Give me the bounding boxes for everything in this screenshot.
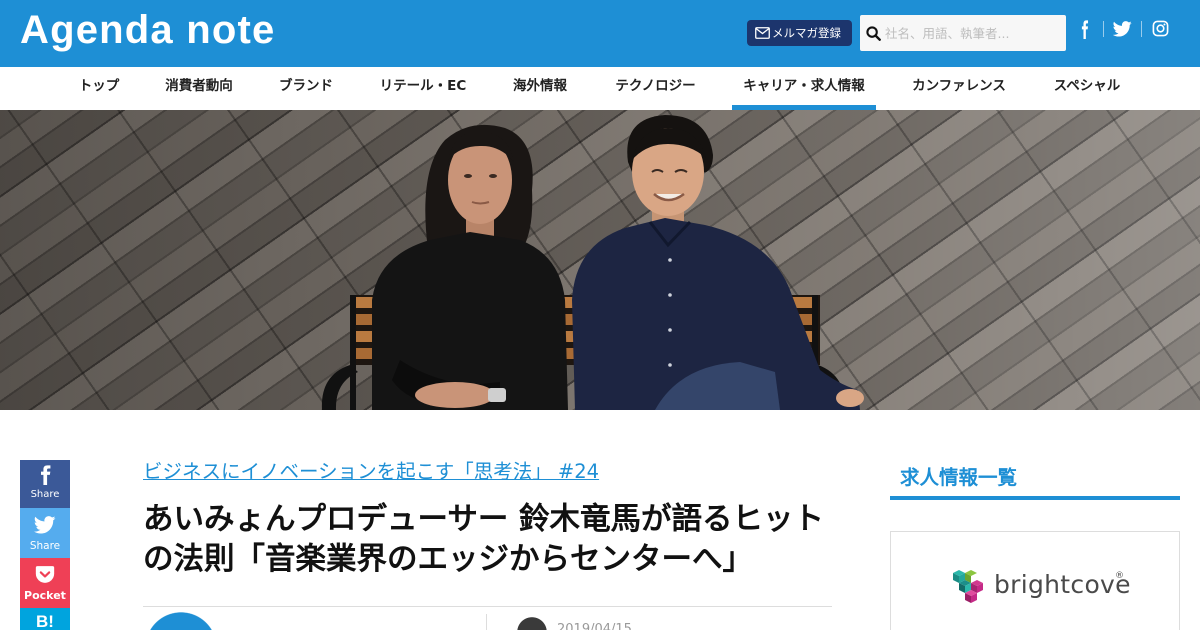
meta-divider	[486, 614, 487, 630]
twitter-icon	[34, 516, 56, 534]
publish-date: 2019/04/15	[557, 622, 632, 630]
site-logo[interactable]: Agenda note	[20, 6, 275, 54]
hero-photo-illustration	[321, 115, 864, 410]
search-box	[860, 15, 1066, 51]
instagram-icon[interactable]	[1152, 20, 1169, 37]
series-category-link[interactable]: ビジネスにイノベーションを起こす「思考法」 #24	[143, 459, 599, 485]
twitter-icon[interactable]	[1113, 21, 1132, 37]
newsletter-signup-button[interactable]: メルマガ登録	[747, 20, 852, 46]
nav-item-brand[interactable]: ブランド	[269, 67, 343, 110]
search-input[interactable]	[860, 15, 1066, 51]
author-icon	[517, 617, 547, 630]
mail-icon	[755, 27, 770, 39]
social-divider	[1103, 21, 1104, 37]
nav-item-conference[interactable]: カンファレンス	[901, 67, 1017, 110]
site-header: Agenda note メルマガ登録	[0, 0, 1200, 67]
newsletter-signup-label: メルマガ登録	[772, 26, 841, 40]
brightcove-wordmark: brightcove	[994, 570, 1131, 599]
nav-item-technology[interactable]: テクノロジー	[604, 67, 707, 110]
article-title: あいみょんプロデューサー 鈴木竜馬が語るヒットの法則「音楽業界のエッジからセンタ…	[143, 502, 825, 577]
main-navigation: トップ 消費者動向 ブランド リテール・EC 海外情報 テクノロジー キャリア・…	[0, 67, 1200, 110]
job-listing-card[interactable]: brightcove ®	[890, 531, 1180, 630]
title-divider	[143, 606, 832, 607]
hatena-bookmark-button[interactable]: B!	[20, 608, 70, 630]
nav-item-overseas[interactable]: 海外情報	[503, 67, 577, 110]
sidebar-heading-underline	[890, 496, 1180, 500]
sidebar-heading[interactable]: 求人情報一覧	[900, 466, 1017, 490]
social-divider	[1141, 21, 1142, 37]
pocket-icon	[35, 566, 55, 583]
author-avatar[interactable]	[145, 612, 217, 630]
facebook-icon	[41, 465, 51, 485]
hatena-bookmark-icon: B!	[36, 612, 54, 630]
pocket-save-button[interactable]: Pocket	[20, 558, 70, 608]
nav-item-top[interactable]: トップ	[69, 67, 129, 110]
trademark-symbol: ®	[1115, 571, 1124, 581]
twitter-share-label: Share	[29, 540, 61, 552]
facebook-icon[interactable]	[1078, 20, 1091, 39]
hero-image	[0, 110, 1200, 410]
facebook-share-button[interactable]: Share	[20, 460, 70, 508]
twitter-share-button[interactable]: Share	[20, 508, 70, 558]
brightcove-logo-icon	[953, 570, 983, 603]
nav-item-consumer[interactable]: 消費者動向	[155, 67, 243, 110]
nav-item-retail-ec[interactable]: リテール・EC	[369, 67, 477, 110]
pocket-save-label: Pocket	[24, 589, 66, 602]
nav-item-special[interactable]: スペシャル	[1043, 67, 1131, 110]
nav-item-career[interactable]: キャリア・求人情報	[732, 67, 876, 110]
facebook-share-label: Share	[30, 489, 60, 500]
